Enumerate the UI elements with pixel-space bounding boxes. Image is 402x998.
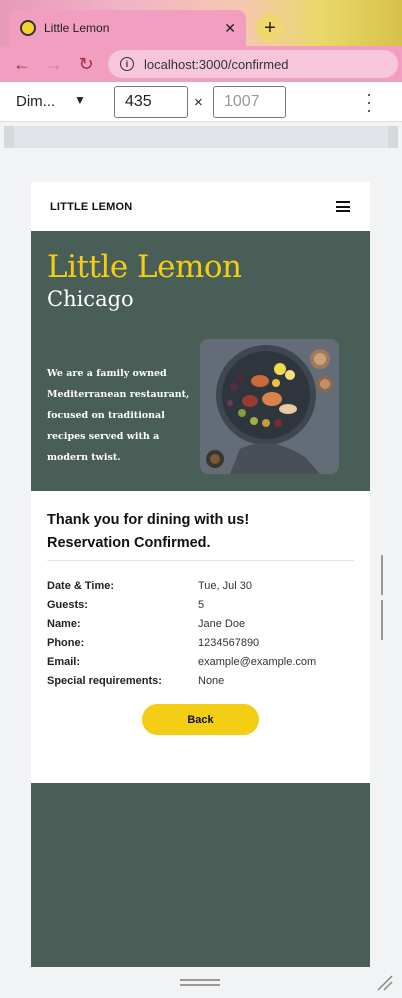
more-options-icon[interactable]: · · · bbox=[366, 85, 372, 119]
hero-section: Little Lemon Chicago We are a family own… bbox=[31, 231, 370, 491]
address-bar[interactable]: i localhost:3000/confirmed bbox=[108, 50, 398, 78]
hero-description: We are a family owned Mediterranean rest… bbox=[47, 368, 190, 463]
thank-you-heading: Thank you for dining with us! bbox=[47, 512, 250, 528]
close-icon[interactable]: ✕ bbox=[224, 20, 236, 37]
resize-handle-bottom[interactable] bbox=[180, 979, 220, 987]
forward-arrow-icon[interactable]: → bbox=[38, 54, 70, 75]
food-platter-image bbox=[200, 339, 339, 474]
media-query-ruler bbox=[4, 126, 398, 148]
detail-value: Jane Doe bbox=[198, 618, 246, 630]
lemon-favicon-icon bbox=[20, 20, 36, 36]
detail-value: Tue, Jul 30 bbox=[198, 580, 253, 592]
divider bbox=[47, 560, 354, 561]
tab-strip: Little Lemon ✕ + bbox=[0, 0, 402, 46]
detail-value: None bbox=[198, 675, 225, 687]
back-arrow-icon[interactable]: ← bbox=[6, 54, 38, 75]
detail-row-special-requirements: Special requirements: None bbox=[47, 672, 354, 691]
detail-row-guests: Guests: 5 bbox=[47, 596, 354, 615]
detail-row-phone: Phone: 1234567890 bbox=[47, 634, 354, 653]
times-icon: × bbox=[194, 94, 203, 111]
detail-label: Name: bbox=[47, 618, 81, 630]
detail-value: example@example.com bbox=[198, 656, 317, 668]
url-text[interactable]: localhost:3000/confirmed bbox=[144, 57, 289, 72]
detail-label: Phone: bbox=[47, 637, 85, 649]
hero-title: Little Lemon bbox=[47, 249, 242, 285]
confirmation-section: Thank you for dining with us! Reservatio… bbox=[31, 491, 370, 735]
reload-icon[interactable]: ↻ bbox=[70, 54, 102, 75]
browser-toolbar: ← → ↻ i localhost:3000/confirmed bbox=[0, 46, 402, 82]
new-tab-button[interactable]: + bbox=[256, 14, 284, 42]
device-dropdown[interactable]: Dim... bbox=[16, 93, 55, 110]
dropdown-caret-icon[interactable]: ▼ bbox=[74, 93, 86, 107]
info-icon[interactable]: i bbox=[120, 57, 134, 71]
viewport-width-input[interactable]: 435 bbox=[114, 86, 188, 118]
device-toolbar: Dim... ▼ 435 × 1007 · · · bbox=[0, 82, 402, 122]
hero-subtitle: Chicago bbox=[47, 287, 134, 311]
site-footer bbox=[31, 783, 370, 967]
detail-value: 1234567890 bbox=[198, 637, 260, 649]
resize-handle-right[interactable] bbox=[381, 555, 389, 640]
detail-row-email: Email: example@example.com bbox=[47, 653, 354, 672]
brand-logo[interactable]: LITTLE LEMON bbox=[50, 201, 132, 213]
detail-label: Special requirements: bbox=[47, 675, 162, 687]
detail-label: Email: bbox=[47, 656, 81, 668]
browser-tab[interactable]: Little Lemon ✕ bbox=[10, 10, 246, 46]
reservation-details: Date & Time: Tue, Jul 30 Guests: 5 Name:… bbox=[47, 577, 354, 691]
viewport-height-input[interactable]: 1007 bbox=[213, 86, 286, 118]
resize-corner-icon[interactable] bbox=[374, 972, 394, 992]
detail-label: Date & Time: bbox=[47, 580, 115, 592]
detail-label: Guests: bbox=[47, 599, 88, 611]
detail-value: 5 bbox=[198, 599, 205, 611]
reservation-confirmed-heading: Reservation Confirmed. bbox=[47, 535, 211, 551]
hamburger-menu-icon[interactable] bbox=[336, 199, 350, 215]
back-button[interactable]: Back bbox=[142, 704, 259, 735]
detail-row-date: Date & Time: Tue, Jul 30 bbox=[47, 577, 354, 596]
tab-title: Little Lemon bbox=[44, 21, 110, 35]
emulated-page: LITTLE LEMON Little Lemon Chicago We are… bbox=[31, 182, 370, 967]
site-nav: LITTLE LEMON bbox=[31, 182, 370, 231]
detail-row-name: Name: Jane Doe bbox=[47, 615, 354, 634]
